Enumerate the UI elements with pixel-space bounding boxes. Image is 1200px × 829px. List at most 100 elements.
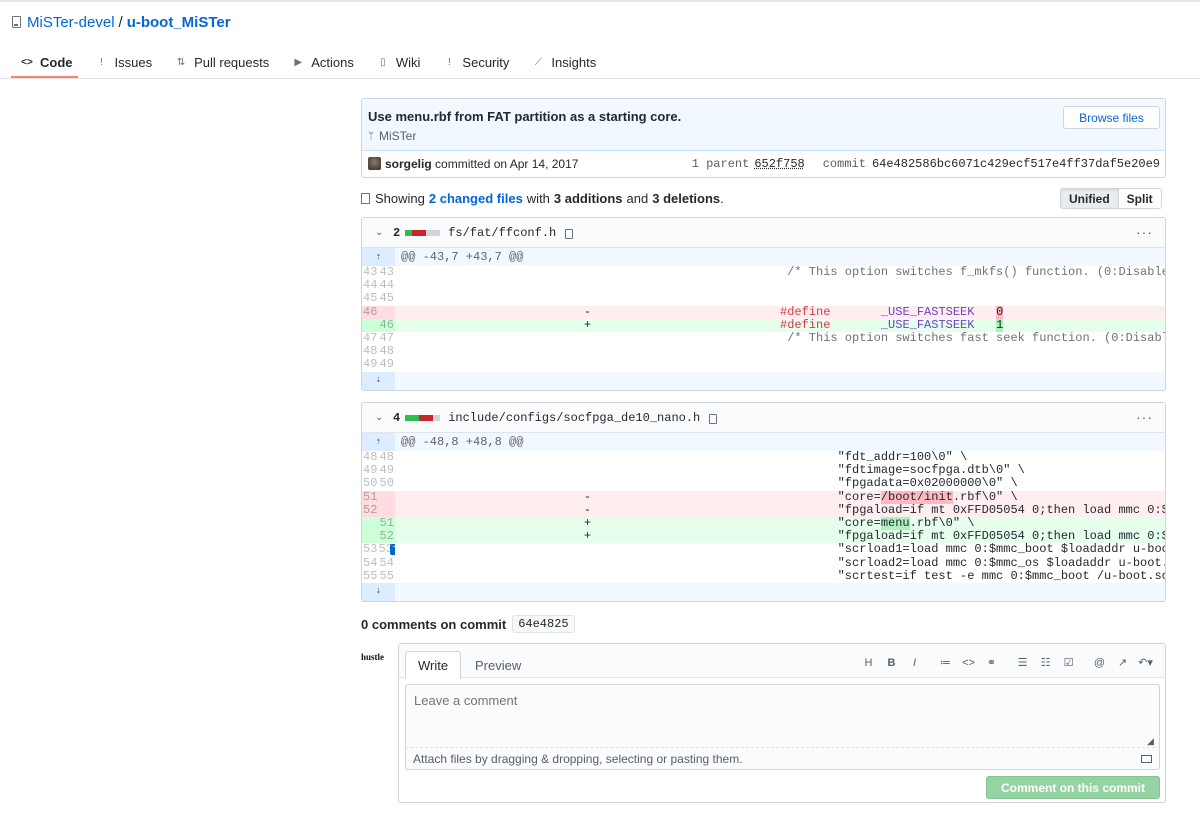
tab-issues[interactable]: ! Issues xyxy=(85,50,163,74)
old-line-number[interactable] xyxy=(362,318,379,332)
more-options-icon[interactable]: ··· xyxy=(1136,409,1153,425)
expand-up-icon[interactable]: ⇡ xyxy=(362,433,395,451)
repo-name-link[interactable]: u-boot_MiSTer xyxy=(127,14,231,31)
comments-title: 0 comments on commit xyxy=(361,616,507,632)
commit-sha: 64e482586bc6071c429ecf517e4ff37daf5e20e9 xyxy=(871,157,1160,171)
commit-meta: sorgelig committed on Apr 14, 2017 1 par… xyxy=(362,151,1165,177)
file-path[interactable]: fs/fat/ffconf.h xyxy=(448,226,556,240)
chevron-down-icon[interactable]: ⌄ xyxy=(375,227,387,238)
resize-handle-icon[interactable]: ◢ xyxy=(1147,736,1154,747)
commit-branch-name[interactable]: MiSTer xyxy=(379,129,416,143)
new-line-number[interactable]: 49 xyxy=(379,358,396,371)
tab-security[interactable]: ! Security xyxy=(432,50,519,74)
old-line-number[interactable]: 46 xyxy=(362,305,379,319)
old-line-number[interactable]: 48 xyxy=(362,451,379,464)
copy-path-icon[interactable] xyxy=(709,413,718,424)
tab-insights[interactable]: ⟋ Insights xyxy=(521,50,606,74)
new-line-number[interactable]: 46 xyxy=(378,318,395,332)
new-line-number[interactable]: 49 xyxy=(379,464,396,477)
diff-marker xyxy=(395,345,780,358)
new-line-number[interactable]: 47 xyxy=(379,332,396,345)
expand-down-icon[interactable]: ⇣ xyxy=(362,371,395,390)
parent-sha-link[interactable]: 652f758 xyxy=(754,157,804,171)
tab-actions[interactable]: ▶ Actions xyxy=(281,50,364,74)
write-tab[interactable]: Write xyxy=(405,651,462,679)
new-line-number[interactable]: 50 xyxy=(379,477,396,490)
expand-row: ⇣ xyxy=(362,582,1165,601)
italic-icon[interactable]: I xyxy=(903,657,926,669)
bold-icon[interactable]: B xyxy=(880,657,903,669)
expand-down-icon[interactable]: ⇣ xyxy=(362,582,395,601)
unordered-list-icon[interactable]: ☰ xyxy=(1011,656,1034,669)
preview-tab[interactable]: Preview xyxy=(463,651,533,679)
quote-icon[interactable]: ≔ xyxy=(934,656,957,669)
reference-icon[interactable]: ↗ xyxy=(1111,656,1134,669)
heading-icon[interactable]: H xyxy=(857,657,880,669)
chevron-down-icon[interactable]: ⌄ xyxy=(375,412,387,423)
copy-path-icon[interactable] xyxy=(565,228,574,239)
code-line xyxy=(780,292,1165,305)
file-path[interactable]: include/configs/socfpga_de10_nano.h xyxy=(448,411,700,425)
split-view-button[interactable]: Split xyxy=(1119,189,1161,208)
new-line-number[interactable]: 51 xyxy=(378,516,395,531)
new-line-number[interactable]: 43 xyxy=(379,266,396,279)
task-list-icon[interactable]: ☑ xyxy=(1057,656,1080,669)
old-line-number[interactable]: 48 xyxy=(362,345,379,358)
code-line: "fdtimage=socfpga.dtb\0" \ xyxy=(780,464,1165,477)
diffstat-block xyxy=(405,229,413,236)
more-options-icon[interactable]: ··· xyxy=(1136,224,1153,240)
old-line-number[interactable]: 49 xyxy=(362,358,379,371)
reply-icon[interactable]: ↶▾ xyxy=(1134,656,1157,669)
new-line-number[interactable] xyxy=(378,305,395,319)
diff-line: 54 54 "scrload2=load mmc 0:$mmc_os $loada… xyxy=(362,557,1165,570)
mention-icon[interactable]: @ xyxy=(1088,657,1111,669)
repo-owner-link[interactable]: MiSTer-devel xyxy=(27,14,115,31)
old-line-number[interactable]: 49 xyxy=(362,464,379,477)
old-line-number[interactable]: 43 xyxy=(362,266,379,279)
old-line-number[interactable]: 44 xyxy=(362,279,379,292)
attach-files-bar[interactable]: Attach files by dragging & dropping, sel… xyxy=(405,748,1160,770)
old-line-number[interactable]: 54 xyxy=(362,557,379,570)
old-line-number[interactable]: 45 xyxy=(362,292,379,305)
diff-marker: + xyxy=(395,318,780,332)
old-line-number[interactable] xyxy=(362,530,379,544)
link-icon[interactable]: ⚭ xyxy=(980,656,1003,669)
old-line-number[interactable]: 55 xyxy=(362,570,379,583)
tab-wiki[interactable]: ▯ Wiki xyxy=(366,50,431,74)
new-line-number-text: 49 xyxy=(379,358,394,372)
comment-submit-button[interactable]: Comment on this commit xyxy=(986,776,1160,799)
commit-author[interactable]: sorgelig xyxy=(385,157,432,171)
old-line-number[interactable]: 52 xyxy=(362,503,379,517)
old-line-number[interactable]: 50 xyxy=(362,477,379,490)
tab-code[interactable]: <> Code xyxy=(10,50,83,74)
comment-commit-sha[interactable]: 64e4825 xyxy=(512,615,575,633)
diff-line: 55 55 "scrtest=if test -e mmc 0:$mmc_boot… xyxy=(362,570,1165,583)
old-line-number[interactable]: 47 xyxy=(362,332,379,345)
old-line-number[interactable]: 51 xyxy=(362,490,379,504)
new-line-number[interactable]: 53+ xyxy=(379,543,395,556)
avatar[interactable] xyxy=(368,157,381,170)
new-line-number[interactable] xyxy=(378,503,395,517)
new-line-number[interactable]: 52 xyxy=(378,530,395,544)
new-line-number[interactable]: 48 xyxy=(379,451,396,464)
old-line-number[interactable] xyxy=(362,516,379,531)
commit-branch[interactable]: ᛘ MiSTer xyxy=(368,129,416,143)
book-icon: ▯ xyxy=(380,56,386,68)
new-line-number[interactable]: 54 xyxy=(379,557,396,570)
new-line-number[interactable]: 45 xyxy=(379,292,396,305)
new-line-number[interactable] xyxy=(378,490,395,504)
new-line-number[interactable]: 55 xyxy=(379,570,396,583)
new-line-number[interactable]: 44 xyxy=(379,279,396,292)
expand-up-icon[interactable]: ⇡ xyxy=(362,248,395,266)
new-line-number-text: 48 xyxy=(379,451,394,465)
ordered-list-icon[interactable]: ☷ xyxy=(1034,656,1057,669)
old-line-number[interactable]: 53 xyxy=(362,543,379,556)
changed-files-link[interactable]: 2 changed files xyxy=(429,191,523,206)
code-icon[interactable]: <> xyxy=(957,657,980,669)
new-line-number[interactable]: 48 xyxy=(379,345,396,358)
tab-pull-requests[interactable]: ⇅ Pull requests xyxy=(164,50,279,74)
browse-files-button[interactable]: Browse files xyxy=(1063,106,1160,129)
add-comment-icon[interactable]: + xyxy=(389,543,395,555)
unified-view-button[interactable]: Unified xyxy=(1061,189,1119,208)
comment-textarea[interactable] xyxy=(405,684,1160,748)
